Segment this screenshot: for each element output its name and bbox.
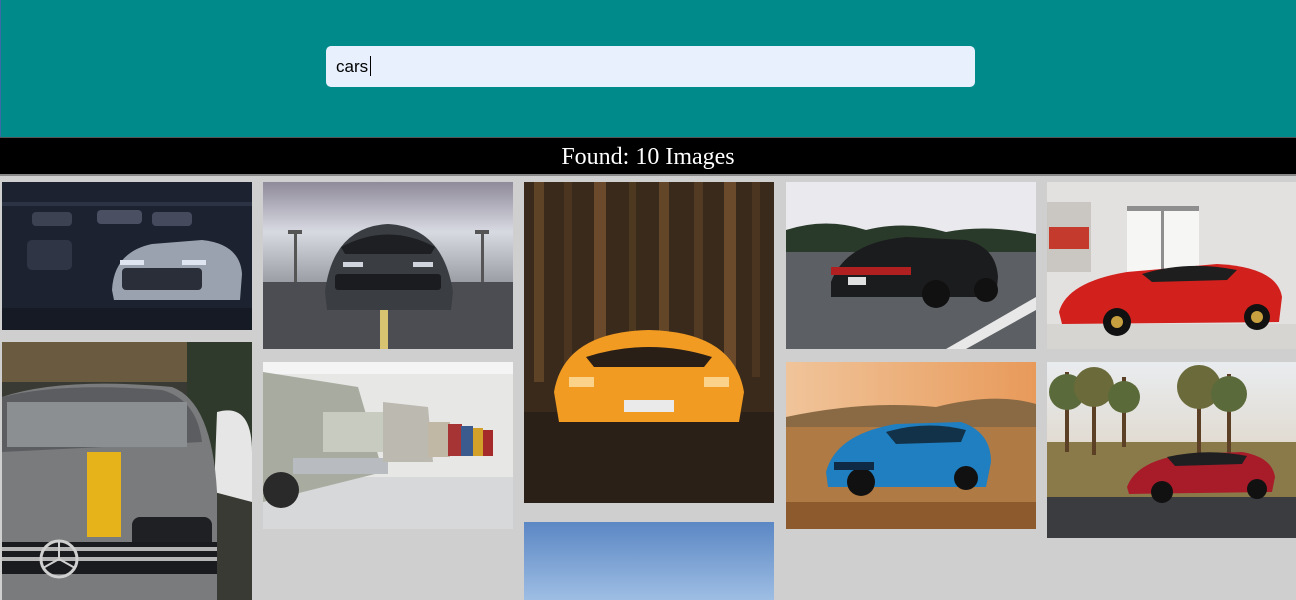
car-image-10[interactable] — [1047, 362, 1296, 538]
header — [0, 0, 1296, 137]
car-image-1[interactable] — [2, 182, 252, 330]
car-image-6[interactable] — [2, 342, 252, 600]
results-count: Found: 10 Images — [0, 137, 1296, 176]
car-image-2[interactable] — [263, 182, 513, 349]
car-image-3[interactable] — [524, 182, 774, 503]
text-caret — [370, 56, 371, 76]
search-input[interactable] — [326, 46, 975, 87]
car-image-7[interactable] — [263, 362, 513, 529]
image-grid — [0, 176, 1296, 600]
car-image-5[interactable] — [1047, 182, 1296, 349]
car-image-8[interactable] — [524, 522, 774, 600]
car-image-4[interactable] — [786, 182, 1036, 349]
car-image-9[interactable] — [786, 362, 1036, 529]
